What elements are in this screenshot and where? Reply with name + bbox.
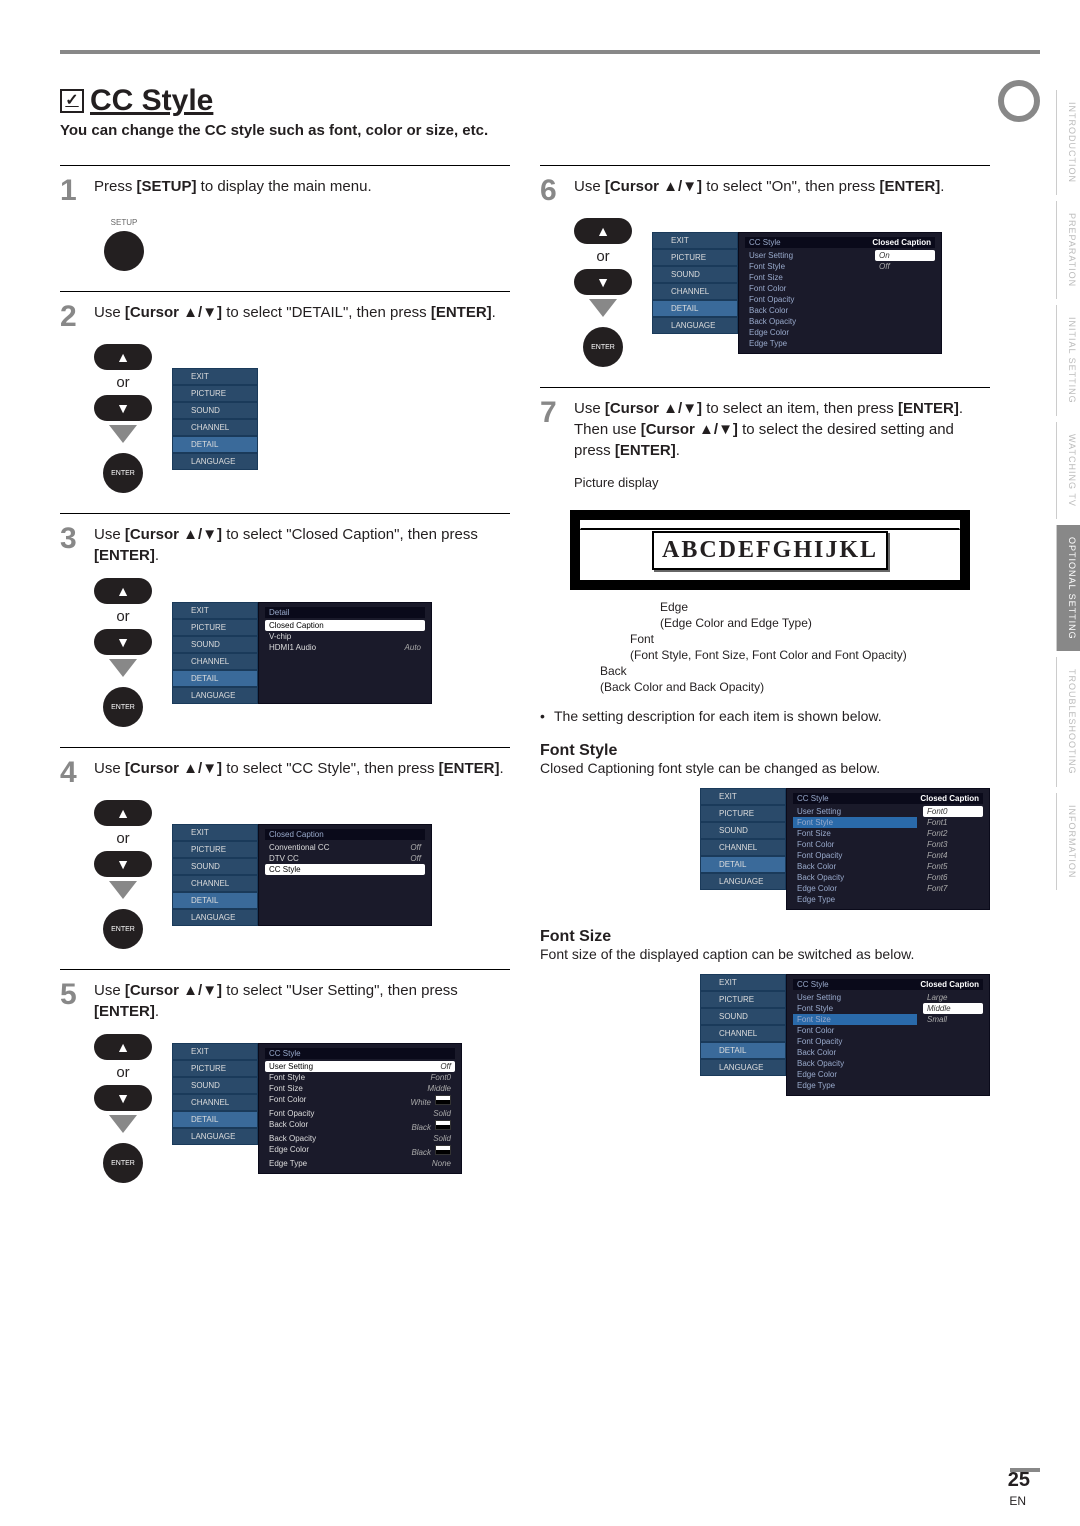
- osd-font-size: EXITPICTURESOUNDCHANNELDETAILLANGUAGE CC…: [700, 974, 990, 1096]
- step-num-5: 5: [60, 980, 86, 1010]
- step-1: 1 Press [SETUP] to display the main menu…: [60, 165, 510, 285]
- step-num-1: 1: [60, 176, 86, 206]
- step-7: 7 Use [Cursor ▲/▼] to select an item, th…: [540, 387, 990, 1110]
- osd-menu-step3: EXITPICTURESOUNDCHANNELDETAILLANGUAGE De…: [172, 602, 432, 704]
- side-tab: WATCHING TV: [1056, 422, 1080, 519]
- osd-menu-step5: EXITPICTURESOUNDCHANNELDETAILLANGUAGE CC…: [172, 1043, 462, 1174]
- osd-menu-step2: EXITPICTURESOUNDCHANNELDETAILLANGUAGE: [172, 368, 258, 470]
- cursor-control[interactable]: ▲or▼ ENTER: [94, 578, 152, 727]
- note: The setting description for each item is…: [540, 708, 990, 724]
- step-2: 2 Use [Cursor ▲/▼] to select "DETAIL", t…: [60, 291, 510, 507]
- step-5: 5 Use [Cursor ▲/▼] to select "User Setti…: [60, 969, 510, 1197]
- picture-display: ABCDEFGHIJKL: [570, 510, 970, 590]
- font-style-text: Closed Captioning font style can be chan…: [540, 760, 990, 776]
- side-tab: TROUBLESHOOTING: [1056, 657, 1080, 787]
- side-tab: OPTIONAL SETTING: [1056, 525, 1080, 652]
- osd-menu-step6: EXITPICTURESOUNDCHANNELDETAILLANGUAGE CC…: [652, 232, 942, 354]
- font-size-text: Font size of the displayed caption can b…: [540, 946, 990, 962]
- side-tab: PREPARATION: [1056, 201, 1080, 299]
- header-decor: [998, 80, 1040, 122]
- sample-text: ABCDEFGHIJKL: [652, 531, 888, 570]
- cursor-control[interactable]: ▲or▼ ENTER: [94, 1034, 152, 1183]
- step-num-2: 2: [60, 302, 86, 332]
- page-number: 25: [1008, 1469, 1030, 1492]
- step-3: 3 Use [Cursor ▲/▼] to select "Closed Cap…: [60, 513, 510, 741]
- check-icon: ✓: [60, 89, 84, 113]
- setup-button[interactable]: SETUP: [94, 218, 154, 271]
- step-num-4: 4: [60, 758, 86, 788]
- page-lang: EN: [1009, 1494, 1026, 1508]
- side-tab: INITIAL SETTING: [1056, 305, 1080, 416]
- page-title: ✓ CC Style: [60, 84, 1040, 118]
- callouts: Edge (Edge Color and Edge Type) Font (Fo…: [540, 600, 990, 694]
- side-tab: INTRODUCTION: [1056, 90, 1080, 195]
- step-num-3: 3: [60, 524, 86, 554]
- cursor-control[interactable]: ▲ or ▼ ENTER: [94, 344, 152, 493]
- enter-button[interactable]: ENTER: [103, 453, 143, 493]
- cursor-control[interactable]: ▲or▼ ENTER: [574, 218, 632, 367]
- font-style-heading: Font Style: [540, 742, 990, 760]
- font-size-heading: Font Size: [540, 928, 990, 946]
- side-tabs: INTRODUCTION PREPARATION INITIAL SETTING WA…: [1056, 90, 1080, 890]
- cursor-control[interactable]: ▲or▼ ENTER: [94, 800, 152, 949]
- side-tab: INFORMATION: [1056, 793, 1080, 890]
- osd-menu-step4: EXITPICTURESOUNDCHANNELDETAILLANGUAGE Cl…: [172, 824, 432, 926]
- step-6: 6 Use [Cursor ▲/▼] to select "On", then …: [540, 165, 990, 381]
- step-4: 4 Use [Cursor ▲/▼] to select "CC Style",…: [60, 747, 510, 963]
- picture-display-label: Picture display: [574, 475, 990, 490]
- step-num-6: 6: [540, 176, 566, 206]
- step-num-7: 7: [540, 398, 566, 428]
- page-intro: You can change the CC style such as font…: [60, 122, 1040, 139]
- osd-font-style: EXITPICTURESOUNDCHANNELDETAILLANGUAGE CC…: [700, 788, 990, 910]
